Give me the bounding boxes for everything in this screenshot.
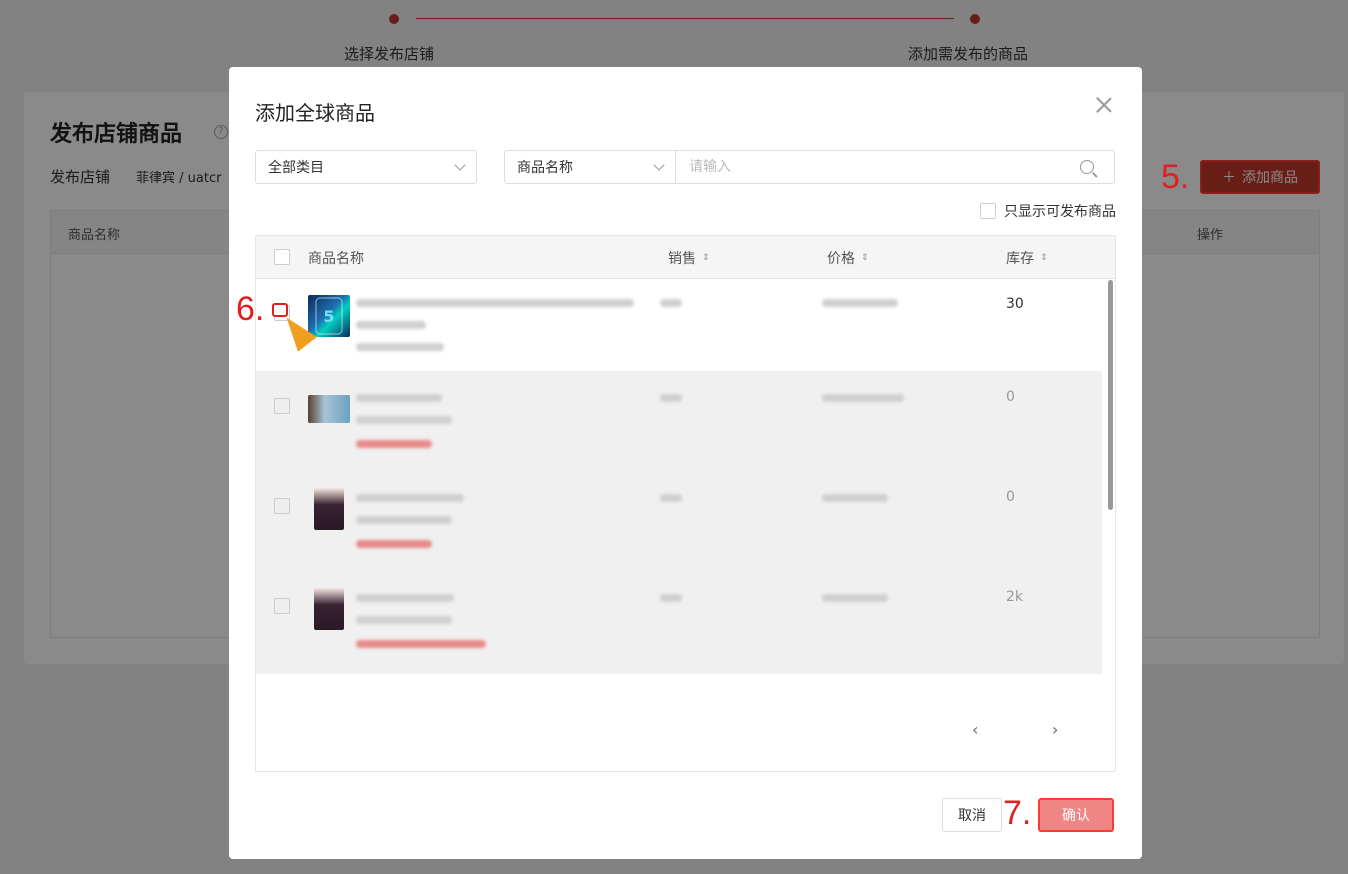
- product-subtitle-blurred: [356, 616, 452, 624]
- annotation-5: 5.: [1161, 158, 1190, 196]
- table-row[interactable]: 0: [256, 472, 1102, 572]
- category-select-value: 全部类目: [268, 160, 324, 176]
- column-sales-label: 销售: [668, 251, 696, 267]
- product-subtitle-blurred: [356, 416, 452, 424]
- sort-icon[interactable]: ⇕: [702, 253, 710, 263]
- table-row[interactable]: 2k: [256, 572, 1102, 672]
- product-thumbnail: 5: [308, 295, 350, 337]
- sales-blurred: [660, 394, 682, 402]
- product-table-header: 商品名称 销售 ⇕ 价格 ⇕ 库存 ⇕: [256, 236, 1115, 279]
- search-icon[interactable]: [1080, 160, 1094, 174]
- product-title-blurred: [356, 299, 634, 307]
- row-checkbox[interactable]: [274, 498, 290, 514]
- column-price-label: 价格: [827, 251, 855, 267]
- column-stock-label: 库存: [1006, 251, 1034, 267]
- only-publishable-filter[interactable]: 只显示可发布商品: [980, 201, 1116, 221]
- price-blurred: [822, 394, 904, 402]
- table-row[interactable]: 5 30: [256, 279, 1102, 372]
- sales-blurred: [660, 494, 682, 502]
- confirm-button[interactable]: 确认: [1038, 798, 1114, 832]
- phone-image-icon: 5: [315, 297, 343, 335]
- search-input[interactable]: [675, 152, 1080, 182]
- sales-blurred: [660, 594, 682, 602]
- prev-page-icon[interactable]: ‹: [972, 720, 978, 739]
- chevron-down-icon: [454, 159, 466, 171]
- table-row[interactable]: 0: [256, 372, 1102, 472]
- product-meta-blurred: [356, 540, 432, 548]
- cancel-button[interactable]: 取消: [942, 798, 1002, 832]
- product-thumbnail: [314, 588, 344, 630]
- close-icon[interactable]: [1094, 95, 1114, 115]
- annotation-7: 7.: [1003, 794, 1032, 832]
- product-title-blurred: [356, 494, 464, 502]
- product-table: 商品名称 销售 ⇕ 价格 ⇕ 库存 ⇕ 5 30 0 0 2k ‹ ›: [255, 235, 1116, 772]
- stock-value: 30: [1006, 296, 1024, 312]
- row-checkbox[interactable]: [274, 598, 290, 614]
- column-stock[interactable]: 库存 ⇕: [1006, 248, 1048, 268]
- column-name: 商品名称: [308, 248, 364, 268]
- column-price[interactable]: 价格 ⇕: [827, 248, 869, 268]
- add-global-product-dialog: 添加全球商品 全部类目 商品名称 只显示可发布商品 商品名称 销售 ⇕ 价格 ⇕: [229, 67, 1142, 859]
- product-thumbnail: [308, 395, 350, 423]
- product-meta-blurred: [356, 640, 486, 648]
- stock-value: 0: [1006, 489, 1015, 505]
- product-subtitle-blurred: [356, 321, 426, 329]
- search-field-value: 商品名称: [517, 160, 573, 176]
- chevron-down-icon: [653, 159, 665, 171]
- category-select[interactable]: 全部类目: [255, 150, 477, 184]
- sort-icon[interactable]: ⇕: [861, 253, 869, 263]
- column-sales[interactable]: 销售 ⇕: [668, 248, 710, 268]
- sales-blurred: [660, 299, 682, 307]
- table-scrollbar[interactable]: [1108, 280, 1113, 510]
- product-thumbnail: [314, 488, 344, 530]
- dialog-title: 添加全球商品: [255, 101, 375, 125]
- select-all-checkbox[interactable]: [274, 249, 290, 265]
- product-title-blurred: [356, 594, 454, 602]
- svg-text:5: 5: [323, 307, 334, 326]
- stock-value: 0: [1006, 389, 1015, 405]
- sort-icon[interactable]: ⇕: [1040, 253, 1048, 263]
- product-meta-blurred: [356, 343, 444, 351]
- price-blurred: [822, 299, 898, 307]
- search-box: [675, 150, 1115, 184]
- product-title-blurred: [356, 394, 442, 402]
- product-subtitle-blurred: [356, 516, 452, 524]
- annotation-6: 6.: [236, 290, 265, 328]
- only-publishable-checkbox[interactable]: [980, 203, 996, 219]
- stock-value: 2k: [1006, 589, 1024, 605]
- price-blurred: [822, 494, 888, 502]
- search-field-select[interactable]: 商品名称: [504, 150, 676, 184]
- row-checkbox[interactable]: [274, 398, 290, 414]
- next-page-icon[interactable]: ›: [1052, 720, 1058, 739]
- column-name-label: 商品名称: [308, 251, 364, 267]
- price-blurred: [822, 594, 888, 602]
- product-meta-blurred: [356, 440, 432, 448]
- only-publishable-label: 只显示可发布商品: [1004, 204, 1116, 220]
- annotation-6-marker: [272, 303, 288, 317]
